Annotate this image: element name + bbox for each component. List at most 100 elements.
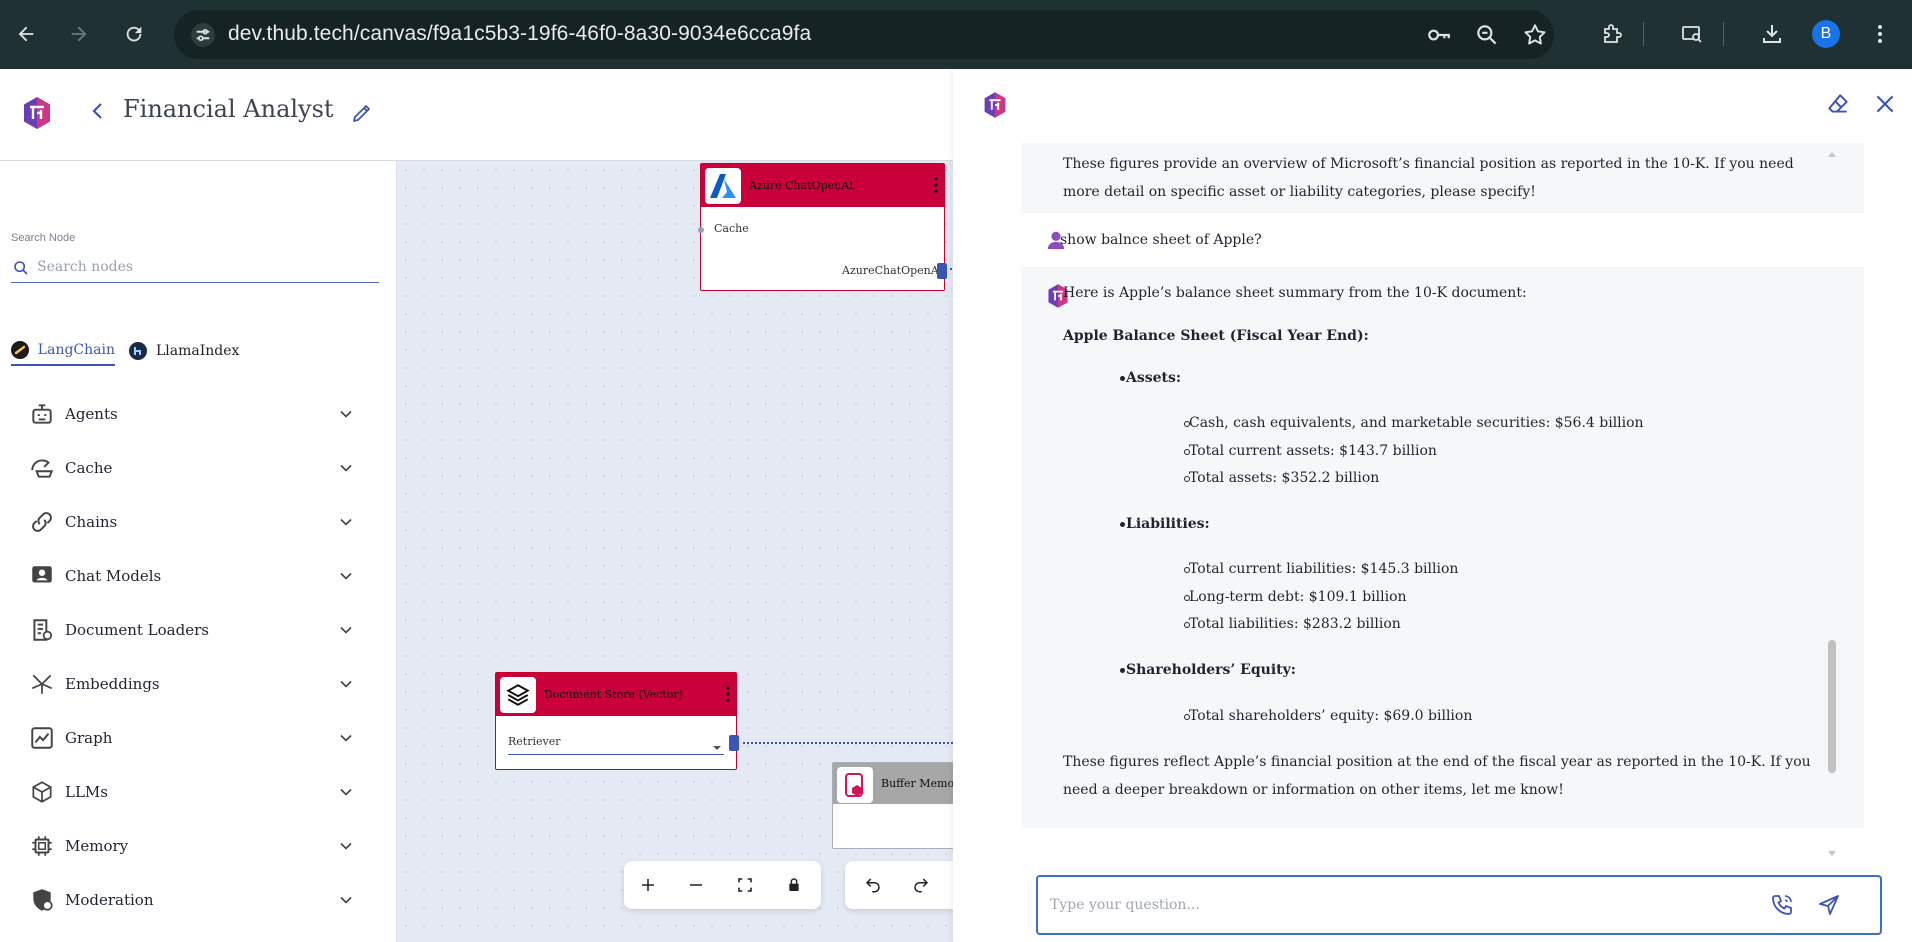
- more-vert-icon[interactable]: [1864, 18, 1896, 50]
- chevron-down-icon: [336, 782, 356, 802]
- category-agents[interactable]: Agents: [0, 387, 397, 441]
- flow-canvas[interactable]: Azure ChatOpenAI Cache AzureChatOpenAI D…: [397, 161, 953, 942]
- chip-icon: [29, 833, 55, 859]
- eraser-icon[interactable]: [1825, 91, 1851, 117]
- forward-icon[interactable]: [63, 18, 95, 50]
- category-memory[interactable]: Memory: [0, 819, 397, 873]
- cube-icon: [29, 779, 55, 805]
- key-icon[interactable]: [1426, 22, 1452, 48]
- tab-llamaindex[interactable]: LlamaIndex: [129, 336, 239, 366]
- zoom-controls: [624, 861, 821, 909]
- node-buffer-memory[interactable]: Buffer Memor: [832, 762, 953, 849]
- category-llms[interactable]: LLMs: [0, 765, 397, 819]
- edit-pencil-icon[interactable]: [350, 101, 374, 125]
- reload-icon[interactable]: [118, 18, 150, 50]
- search-label: Search Node: [11, 232, 76, 244]
- zoom-icon[interactable]: [1474, 22, 1500, 48]
- thub-logo-icon: [983, 91, 1007, 119]
- section-title: Assets:: [1126, 370, 1182, 386]
- url-text[interactable]: dev.thub.tech/canvas/f9a1c5b3-19f6-46f0-…: [228, 22, 811, 46]
- category-embeddings[interactable]: Embeddings: [0, 657, 397, 711]
- browser-toolbar: dev.thub.tech/canvas/f9a1c5b3-19f6-46f0-…: [0, 0, 1912, 69]
- message-heading: Apple Balance Sheet (Fiscal Year End):: [1063, 328, 1369, 344]
- search-input[interactable]: [37, 256, 367, 278]
- back-arrow-icon[interactable]: [86, 99, 110, 123]
- chat-input[interactable]: [1050, 893, 1730, 917]
- address-bar[interactable]: dev.thub.tech/canvas/f9a1c5b3-19f6-46f0-…: [174, 10, 1554, 59]
- undo-icon[interactable]: [859, 871, 887, 899]
- azure-icon: [705, 168, 741, 204]
- send-icon[interactable]: [1817, 893, 1843, 919]
- category-chains[interactable]: Chains: [0, 495, 397, 549]
- graph-icon: [29, 725, 55, 751]
- extensions-icon[interactable]: [1596, 18, 1628, 50]
- message-text: Here is Apple’s balance sheet summary fr…: [1063, 285, 1527, 301]
- message-list[interactable]: These figures provide an overview of Mic…: [1021, 143, 1884, 861]
- app-header: Financial Analyst: [0, 69, 953, 161]
- node-document-store[interactable]: Document Store (Vector) Retriever: [495, 672, 739, 770]
- node-title: Document Store (Vector): [544, 688, 683, 701]
- message-text: These figures provide an overview of Mic…: [1063, 156, 1794, 172]
- chat-input-box: [1036, 875, 1882, 935]
- category-chat-models[interactable]: Chat Models: [0, 549, 397, 603]
- media-search-icon[interactable]: [1676, 18, 1708, 50]
- site-settings-icon[interactable]: [190, 22, 216, 48]
- document-icon: [29, 617, 55, 643]
- dropdown-arrow-icon: [712, 739, 722, 757]
- scroll-down-arrow-icon[interactable]: [1827, 845, 1837, 863]
- robot-icon: [29, 401, 55, 427]
- flow-title: Financial Analyst: [123, 95, 334, 123]
- zoom-in-icon[interactable]: [634, 871, 662, 899]
- fit-view-icon[interactable]: [731, 871, 759, 899]
- profile-avatar[interactable]: B: [1812, 20, 1840, 48]
- zoom-out-icon[interactable]: [682, 871, 710, 899]
- more-vert-icon[interactable]: [726, 686, 730, 702]
- output-select[interactable]: Retriever: [508, 733, 724, 755]
- back-icon[interactable]: [10, 18, 42, 50]
- link-icon: [29, 509, 55, 535]
- thub-logo-icon[interactable]: [22, 96, 52, 130]
- close-icon[interactable]: [1872, 91, 1898, 117]
- history-controls: [845, 861, 955, 909]
- list-item: Cash, cash equivalents, and marketable s…: [1189, 415, 1644, 431]
- list-item: Total current assets: $143.7 billion: [1189, 443, 1437, 459]
- api-message: These figures provide an overview of Mic…: [1021, 143, 1864, 213]
- section-title: Liabilities:: [1126, 516, 1210, 532]
- category-document-loaders[interactable]: Document Loaders: [0, 603, 397, 657]
- bookmark-star-icon[interactable]: [1522, 22, 1548, 48]
- category-graph[interactable]: Graph: [0, 711, 397, 765]
- output-handle[interactable]: [729, 735, 739, 751]
- langchain-icon: [11, 341, 29, 359]
- output-handle[interactable]: [937, 263, 947, 279]
- more-vert-icon[interactable]: [934, 177, 938, 193]
- phone-call-icon[interactable]: [1770, 893, 1796, 919]
- chevron-down-icon: [336, 458, 356, 478]
- api-message: Here is Apple’s balance sheet summary fr…: [1021, 267, 1864, 828]
- chat-scrollbar[interactable]: [1826, 145, 1838, 856]
- input-handle[interactable]: [698, 227, 704, 233]
- lock-icon[interactable]: [780, 871, 808, 899]
- chevron-down-icon: [336, 674, 356, 694]
- search-icon: [13, 260, 29, 276]
- search-field: [11, 253, 379, 283]
- download-icon[interactable]: [1756, 18, 1788, 50]
- list-item: Total liabilities: $283.2 billion: [1189, 616, 1401, 632]
- vector-icon: [29, 671, 55, 697]
- layers-icon: [500, 677, 536, 713]
- redo-icon[interactable]: [907, 871, 935, 899]
- category-moderation[interactable]: Moderation: [0, 873, 397, 927]
- list-item: Long-term debt: $109.1 billion: [1189, 589, 1407, 605]
- category-cache[interactable]: Cache: [0, 441, 397, 495]
- bullet: [1120, 668, 1125, 673]
- section-title: Shareholders’ Equity:: [1126, 662, 1296, 678]
- shield-icon: [29, 887, 55, 913]
- chevron-down-icon: [336, 728, 356, 748]
- message-text: more detail on specific asset or liabili…: [1063, 184, 1536, 200]
- node-input-label: Cache: [714, 222, 749, 235]
- memory-chip-icon: [837, 767, 873, 803]
- tab-langchain[interactable]: LangChain: [11, 336, 115, 366]
- node-output-label: AzureChatOpenAI: [842, 264, 944, 277]
- node-azure-chatopenai[interactable]: Azure ChatOpenAI Cache AzureChatOpenAI: [698, 163, 947, 291]
- scroll-up-arrow-icon[interactable]: [1827, 145, 1837, 163]
- scroll-thumb[interactable]: [1828, 640, 1836, 773]
